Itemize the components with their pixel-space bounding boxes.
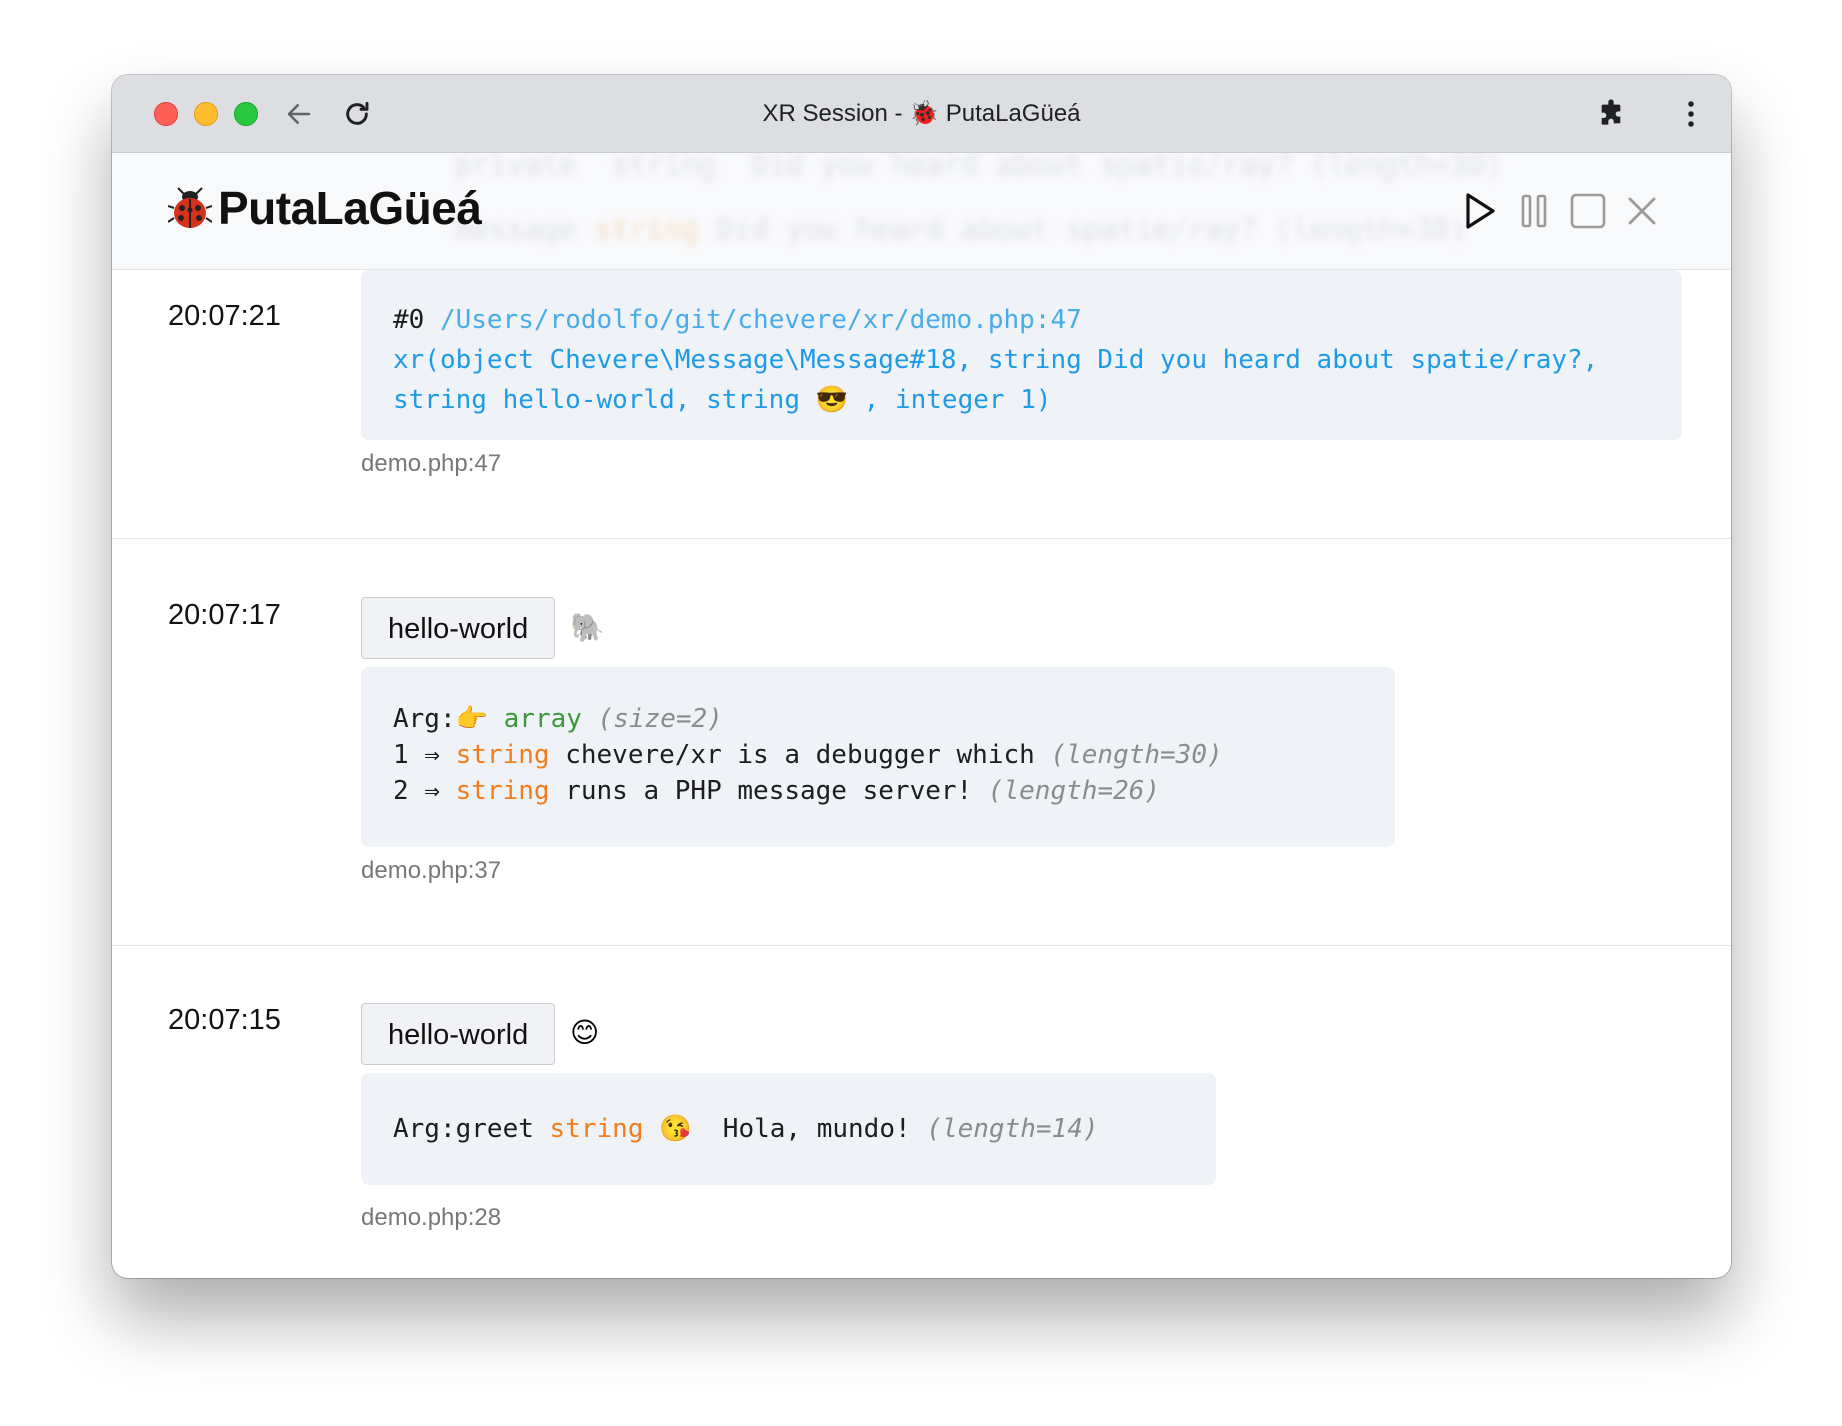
- entry-time: 20:07:17: [168, 599, 281, 631]
- message-entry: 20:07:17 hello-world 🐘 Arg:👉 array (size…: [112, 539, 1731, 946]
- message-entry: 20:07:15 hello-world 😊 Arg:greet string …: [112, 946, 1731, 1278]
- entry-file[interactable]: demo.php:28: [361, 1204, 501, 1232]
- entry-file[interactable]: demo.php:37: [361, 857, 501, 885]
- kiss-emoji: 😘: [659, 1114, 692, 1144]
- message-list: 20:07:21 #0 /Users/rodolfo/git/chevere/x…: [112, 270, 1731, 1278]
- entry-file[interactable]: demo.php:47: [361, 450, 501, 478]
- session-controls: [1461, 189, 1661, 233]
- brand: PutaLaGüeá: [167, 181, 482, 235]
- pointing-hand-emoji: 👉: [455, 704, 488, 734]
- kebab-menu-icon[interactable]: [1672, 95, 1710, 133]
- brand-name: PutaLaGüeá: [218, 182, 482, 234]
- message-entry: 20:07:21 #0 /Users/rodolfo/git/chevere/x…: [112, 270, 1731, 539]
- frame-call: xr(object Chevere\Message\Message#18, st…: [393, 345, 1599, 375]
- dump-box: Arg:greet string 😘 Hola, mundo! (length=…: [361, 1073, 1216, 1185]
- topic-tag[interactable]: hello-world: [361, 1003, 556, 1065]
- backtrace-box: #0 /Users/rodolfo/git/chevere/xr/demo.ph…: [361, 270, 1682, 440]
- dump-box: Arg:👉 array (size=2) 1 ⇒ string chevere/…: [361, 667, 1395, 847]
- ladybug-icon: [167, 186, 213, 230]
- close-icon[interactable]: [1623, 189, 1661, 233]
- frame-index: #0: [393, 305, 425, 335]
- puzzle-icon[interactable]: [1592, 95, 1630, 133]
- smiling-emoji: 😊: [570, 1017, 600, 1048]
- title-bar: XR Session - 🐞 PutaLaGüeá: [112, 75, 1731, 153]
- window-title: XR Session - 🐞 PutaLaGüeá: [762, 100, 1081, 127]
- sunglasses-emoji: 😎: [815, 385, 849, 415]
- elephant-emoji: 🐘: [570, 612, 605, 643]
- browser-window: XR Session - 🐞 PutaLaGüeá private string…: [112, 75, 1731, 1278]
- app-header: private string Did you heard about spati…: [112, 153, 1731, 270]
- entry-time: 20:07:15: [168, 1004, 281, 1036]
- play-icon[interactable]: [1461, 189, 1499, 233]
- entry-time: 20:07:21: [168, 300, 281, 332]
- stop-icon[interactable]: [1569, 189, 1607, 233]
- frame-path: /Users/rodolfo/git/chevere/xr/demo.php:4…: [439, 305, 1082, 335]
- topic-tag[interactable]: hello-world: [361, 597, 556, 659]
- pause-icon[interactable]: [1515, 189, 1553, 233]
